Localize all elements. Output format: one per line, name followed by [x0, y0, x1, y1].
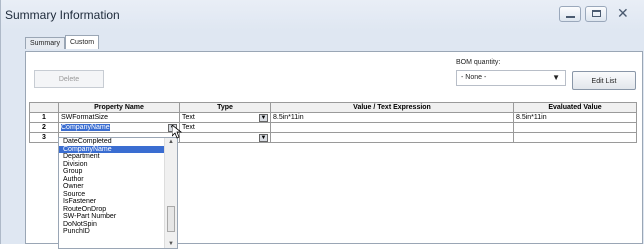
delete-button[interactable]: Delete — [34, 70, 104, 88]
bom-quantity-select[interactable]: - None - ▼ — [456, 70, 566, 86]
maximize-button[interactable] — [585, 6, 607, 22]
evaluated-value-cell — [513, 122, 637, 133]
title-bar: Summary Information ✕ — [1, 0, 644, 30]
list-item[interactable]: CompanyName — [59, 145, 177, 153]
property-name-cell[interactable]: SWFormatSize — [58, 112, 180, 123]
chevron-down-icon: ▼ — [552, 73, 560, 82]
scroll-down-icon[interactable]: ▼ — [168, 241, 174, 247]
type-cell[interactable]: ▼ — [179, 132, 271, 143]
value-cell[interactable] — [270, 122, 514, 133]
mouse-cursor-icon — [172, 125, 182, 139]
list-item[interactable]: DoNotSpin — [59, 221, 177, 229]
chevron-down-icon[interactable]: ▼ — [259, 133, 268, 142]
list-item[interactable]: PunchID — [59, 228, 177, 236]
bom-quantity-label: BOM quantity: — [456, 59, 501, 66]
edit-list-button[interactable]: Edit List — [572, 71, 636, 90]
list-item[interactable]: Source — [59, 191, 177, 199]
type-value: Text — [182, 113, 195, 121]
row-number-header — [29, 102, 59, 113]
table-row[interactable]: 2 CompanyName▼ Text — [29, 122, 637, 133]
minimize-button[interactable] — [559, 6, 581, 22]
close-icon: ✕ — [617, 5, 629, 21]
minimize-icon — [566, 16, 575, 18]
evaluated-value-cell: 8.5in*11in — [513, 112, 637, 123]
property-name-cell[interactable]: CompanyName▼ — [58, 122, 180, 133]
type-header: Type — [179, 102, 271, 113]
list-item[interactable]: Division — [59, 161, 177, 169]
list-item[interactable]: Owner — [59, 183, 177, 191]
bom-quantity-value: - None - — [461, 74, 487, 81]
table-header-row: Property Name Type Value / Text Expressi… — [29, 102, 637, 113]
window-controls: ✕ — [559, 5, 637, 22]
list-item[interactable]: Department — [59, 153, 177, 161]
value-cell[interactable] — [270, 132, 514, 143]
value-cell[interactable]: 8.5in*11in — [270, 112, 514, 123]
list-item[interactable]: Group — [59, 168, 177, 176]
window-title: Summary Information — [5, 8, 120, 22]
list-item[interactable]: IsFastener — [59, 198, 177, 206]
list-item[interactable]: DateCompleted — [59, 138, 177, 146]
list-item[interactable]: SW-Part Number — [59, 213, 177, 221]
evaluated-value-cell — [513, 132, 637, 143]
row-number: 2 — [29, 122, 59, 133]
tab-summary[interactable]: Summary — [25, 37, 65, 49]
type-cell[interactable]: Text — [179, 122, 271, 133]
tab-custom[interactable]: Custom — [64, 35, 100, 49]
scrollbar-thumb[interactable] — [167, 206, 175, 232]
list-item[interactable]: Author — [59, 176, 177, 184]
property-name-dropdown-list[interactable]: DateCompleted CompanyName Department Div… — [58, 137, 178, 249]
value-header: Value / Text Expression — [270, 102, 514, 113]
chevron-down-icon[interactable]: ▼ — [259, 113, 268, 122]
row-number: 3 — [29, 132, 59, 143]
property-name-header: Property Name — [58, 102, 180, 113]
maximize-icon — [592, 10, 601, 17]
table-row[interactable]: 1 SWFormatSize Text ▼ 8.5in*11in 8.5in*11… — [29, 112, 637, 123]
dropdown-scrollbar[interactable]: ▲ ▼ — [164, 138, 177, 248]
custom-properties-panel: Delete BOM quantity: - None - ▼ Edit Lis… — [25, 51, 643, 249]
close-button[interactable]: ✕ — [611, 5, 637, 22]
scroll-up-icon[interactable]: ▲ — [168, 139, 174, 145]
property-name-input[interactable]: CompanyName — [61, 123, 110, 131]
tab-strip: Summary Custom — [25, 35, 100, 51]
list-item[interactable]: RouteOnDrop — [59, 206, 177, 214]
type-cell[interactable]: Text ▼ — [179, 112, 271, 123]
evaluated-value-header: Evaluated Value — [513, 102, 637, 113]
row-number: 1 — [29, 112, 59, 123]
summary-information-window: Summary Information ✕ Summary Custom Del… — [0, 0, 644, 249]
